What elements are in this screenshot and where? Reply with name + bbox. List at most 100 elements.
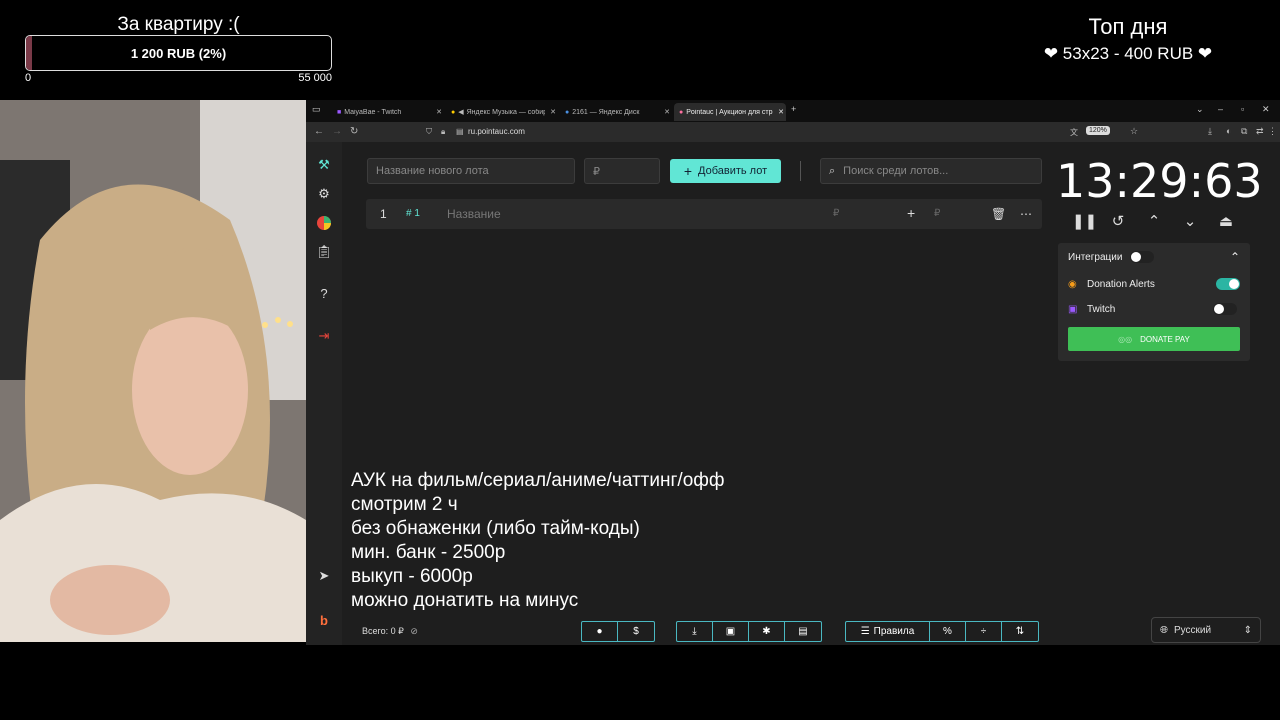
tab-label: MaiyaBae - Twitch xyxy=(344,108,402,116)
webcam-image xyxy=(0,100,306,642)
pause-icon[interactable]: ❚❚ xyxy=(1072,212,1097,230)
search-input[interactable]: ⌕ Поиск среди лотов... xyxy=(820,158,1042,184)
tab-label: 2161 — Яндекс Диск xyxy=(572,108,640,116)
split-icon: ÷ xyxy=(980,626,987,637)
auction-rules-text: АУК на фильм/сериал/аниме/чаттинг/офф см… xyxy=(351,469,725,613)
sync-icon[interactable]: ⇄ xyxy=(1256,126,1264,137)
rules-line: АУК на фильм/сериал/аниме/чаттинг/офф xyxy=(351,470,725,491)
close-icon[interactable]: ✕ xyxy=(548,108,558,116)
donate-pay-label: DONATE PAY xyxy=(1140,334,1190,344)
donate-pay-icon: ◎◎ xyxy=(1118,334,1133,344)
wheel-icon[interactable] xyxy=(314,213,334,233)
donate-button[interactable]: $ xyxy=(618,622,654,641)
address-bar: ← → ↻ ⛉ 🔒︎ ▤ ru.pointauc.com 文 120% ☆ ⤓ … xyxy=(306,122,1280,142)
tab-twitch[interactable]: ■ MaiyaBae - Twitch ✕ xyxy=(332,103,444,121)
download-icon[interactable]: ⤓ xyxy=(1208,126,1212,137)
tab-overview-icon[interactable]: ▭ xyxy=(312,104,321,115)
save-button[interactable]: ▣ xyxy=(713,622,749,641)
close-icon[interactable]: ✕ xyxy=(776,108,786,116)
chevron-up-icon[interactable]: ⌃ xyxy=(1230,250,1240,264)
percent-icon: % xyxy=(943,626,952,637)
lot-add-amount[interactable]: ₽ xyxy=(934,208,940,219)
tab-pointauc[interactable]: ● Pointauc | Аукцион для стрим ✕ xyxy=(674,103,786,121)
forward-icon[interactable]: → xyxy=(332,126,342,137)
close-icon[interactable]: ✕ xyxy=(662,108,672,116)
url-text[interactable]: ru.pointauc.com xyxy=(468,127,525,136)
maximize-icon[interactable]: ▫ xyxy=(1241,104,1244,114)
split-button[interactable]: ÷ xyxy=(966,622,1002,641)
tab-yandex-music[interactable]: ● ◀ Яндекс Музыка — собирa ✕ xyxy=(446,103,558,121)
goal-progress-text: 1 200 RUB (2%) xyxy=(130,45,227,61)
rules-line: выкуп - 6000р xyxy=(351,566,473,587)
archive-button[interactable]: ▤ xyxy=(785,622,821,641)
total-amount: Всего: 0 ₽ ⊘ xyxy=(362,626,418,637)
lot-name-input[interactable]: Название нового лота xyxy=(367,158,575,184)
boosty-icon[interactable]: b xyxy=(314,611,334,631)
extension-icon[interactable]: ◐ xyxy=(1226,126,1231,136)
logout-icon[interactable]: ⇥ xyxy=(314,326,334,346)
total-label: Всего: 0 ₽ xyxy=(362,626,404,636)
lock-icon: 🔒︎ xyxy=(441,127,446,136)
chevron-down-icon[interactable]: ⌄ xyxy=(1196,104,1204,115)
language-select[interactable]: 🌐︎ Русский ⇕ xyxy=(1151,617,1261,643)
add-lot-button[interactable]: + Добавить лот xyxy=(670,159,781,183)
plus-icon: + xyxy=(683,163,693,179)
telegram-icon[interactable]: ➤ xyxy=(314,566,334,586)
plus-icon[interactable]: + xyxy=(907,205,915,221)
search-placeholder: Поиск среди лотов... xyxy=(843,165,949,177)
chevron-down-icon[interactable]: ⌄ xyxy=(1180,212,1200,230)
twitch-toggle[interactable] xyxy=(1213,303,1237,315)
close-icon[interactable]: ✕ xyxy=(434,108,444,116)
tools-group: ☰ Правила % ÷ ⇅ xyxy=(845,621,1039,642)
percent-button[interactable]: % xyxy=(930,622,966,641)
goal-title: За квартиру :( xyxy=(117,14,240,35)
trash-icon[interactable]: 🗑︎ xyxy=(991,207,1006,221)
help-icon[interactable]: ? xyxy=(314,284,334,304)
github-button[interactable]: ● xyxy=(582,622,618,641)
chevron-up-icon[interactable]: ⌃ xyxy=(1144,212,1164,230)
pointauc-icon: ● xyxy=(679,108,684,116)
integrations-panel: Интеграции ⌃ ◉ Donation Alerts ▣ Twitch … xyxy=(1058,243,1250,361)
tab-yandex-disk[interactable]: ● 2161 — Яндекс Диск ✕ xyxy=(560,103,672,121)
menu-icon[interactable]: ⋮ xyxy=(1268,126,1277,137)
translate-icon[interactable]: 文 xyxy=(1070,127,1078,138)
more-icon[interactable]: ⋯ xyxy=(1020,207,1032,221)
new-tab-icon[interactable]: + xyxy=(791,104,796,114)
integrations-toggle[interactable] xyxy=(1130,251,1154,263)
globe-icon: 🌐︎ xyxy=(1160,624,1168,636)
lot-name-field[interactable]: Название xyxy=(447,207,501,221)
lot-amount-input[interactable]: ₽ xyxy=(584,158,660,184)
bug-icon: ✱ xyxy=(762,626,771,637)
back-icon[interactable]: ← xyxy=(314,126,324,137)
eject-icon[interactable]: ⏏ xyxy=(1216,212,1236,230)
rules-line: без обнаженки (либо тайм-коды) xyxy=(351,518,640,539)
links-group: ● $ xyxy=(581,621,655,642)
add-lot-label: Добавить лот xyxy=(698,165,768,177)
puzzle-icon[interactable]: ⧉ xyxy=(1241,126,1247,137)
auction-timer: 13:29:63 xyxy=(1056,154,1263,208)
minimize-icon[interactable]: – xyxy=(1218,104,1223,114)
rules-line: смотрим 2 ч xyxy=(351,494,458,515)
zoom-badge[interactable]: 120% xyxy=(1086,126,1110,135)
twitch-icon: ▣ xyxy=(1068,304,1078,315)
lot-row[interactable]: 1 # 1 Название ₽ + ₽ 🗑︎ ⋯ xyxy=(366,199,1042,229)
bug-button[interactable]: ✱ xyxy=(749,622,785,641)
download-button[interactable]: ⤓ xyxy=(677,622,713,641)
settings-icon[interactable]: ⚙ xyxy=(314,184,334,204)
search-icon: ⌕ xyxy=(829,164,836,177)
dollar-icon: $ xyxy=(633,626,639,637)
rules-button[interactable]: ☰ Правила xyxy=(846,622,930,641)
lot-amount: ₽ xyxy=(833,208,840,219)
integrations-title: Интеграции xyxy=(1068,252,1123,263)
reload-icon[interactable]: ↻ xyxy=(350,126,358,137)
clipboard-icon[interactable]: 📋︎ xyxy=(314,242,334,262)
auction-hammer-icon[interactable]: ⚒ xyxy=(314,155,334,175)
shield-icon[interactable]: ⛉ xyxy=(426,127,432,137)
eye-off-icon[interactable]: ⊘ xyxy=(410,626,418,636)
donate-pay-button[interactable]: ◎◎ DONATE PAY xyxy=(1068,327,1240,351)
window-close-icon[interactable]: ✕ xyxy=(1262,104,1270,115)
star-icon[interactable]: ☆ xyxy=(1130,126,1138,137)
reset-icon[interactable]: ↺ xyxy=(1108,212,1128,230)
sort-button[interactable]: ⇅ xyxy=(1002,622,1038,641)
donation-alerts-toggle[interactable] xyxy=(1216,278,1240,290)
